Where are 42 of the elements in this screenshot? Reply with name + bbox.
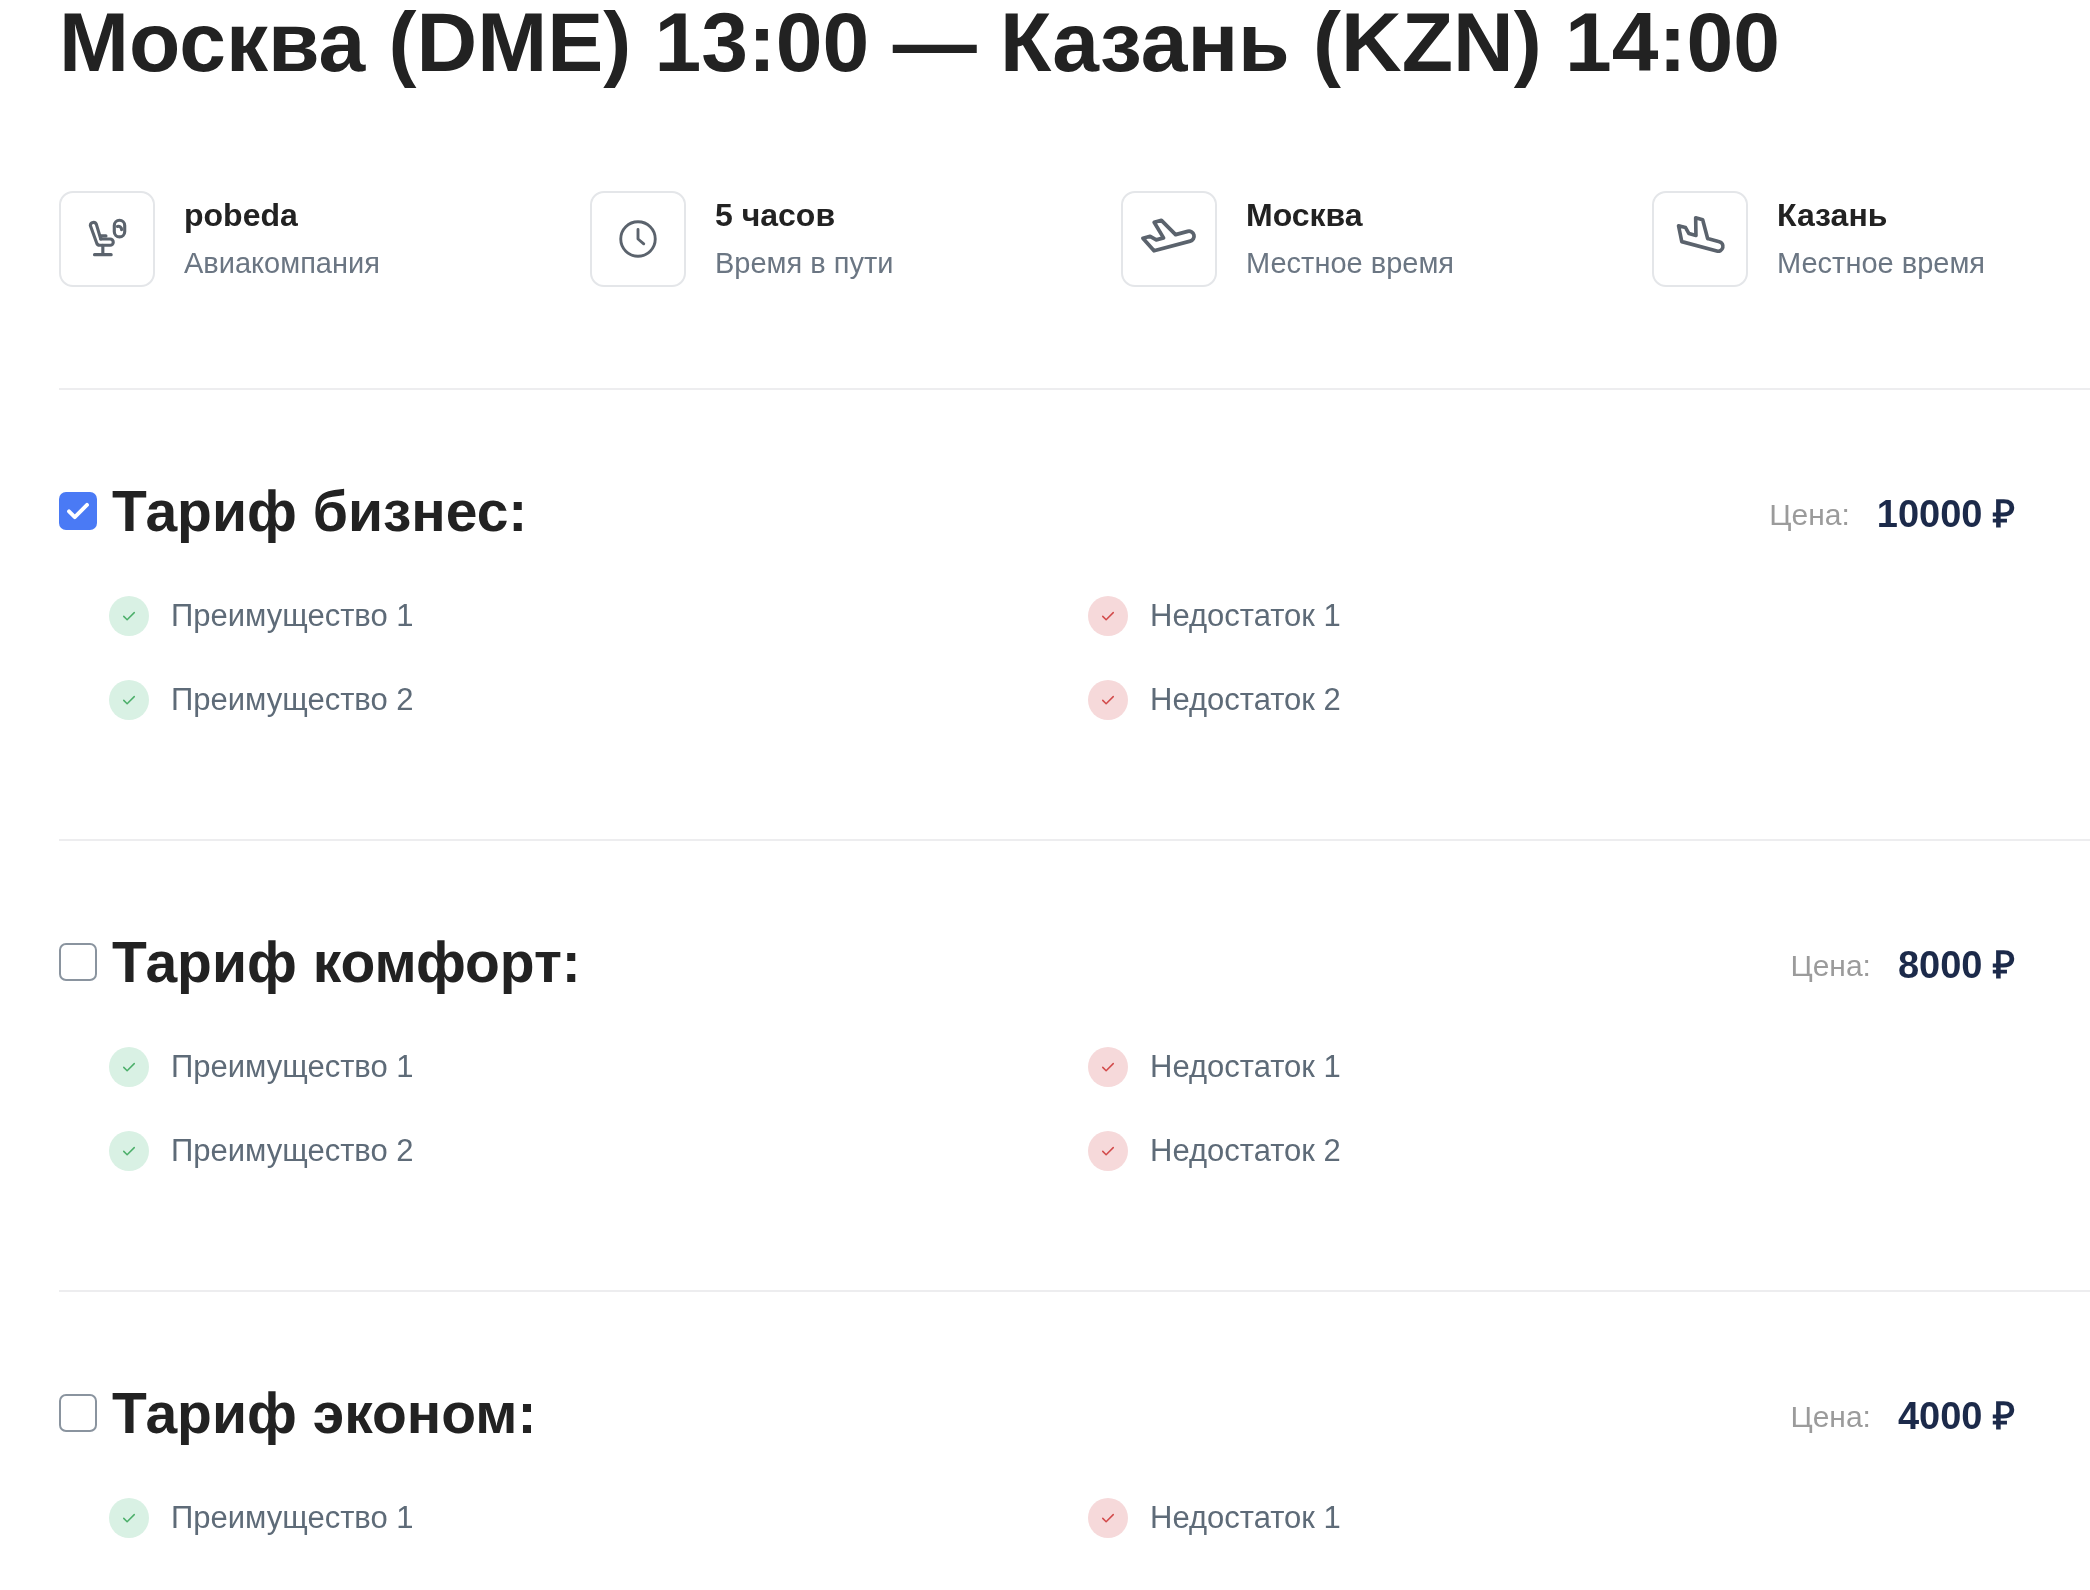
checkbox[interactable] (59, 943, 97, 981)
info-value: Москва (1246, 196, 1364, 235)
price-value: 8000 ₽ (1897, 942, 2015, 988)
advantage-text: Преимущество 2 (171, 680, 414, 719)
info-caption: Авиакомпания (184, 246, 380, 281)
checkbox[interactable] (59, 1394, 97, 1432)
drawback-text: Недостаток 2 (1150, 1131, 1341, 1170)
seat-icon (59, 191, 155, 287)
clock-icon (590, 191, 686, 287)
info-caption: Время в пути (715, 246, 894, 281)
price-value: 4000 ₽ (1897, 1393, 2015, 1439)
info-caption: Местное время (1777, 246, 1986, 281)
drawback-text: Недостаток 1 (1150, 1498, 1341, 1537)
info-caption: Местное время (1246, 246, 1455, 281)
price-label: Цена: (1790, 1398, 1871, 1435)
info-value: 5 часов (715, 196, 837, 235)
check-icon (109, 1131, 149, 1171)
check-icon (1088, 1498, 1128, 1538)
checkbox[interactable] (59, 492, 97, 530)
check-icon (109, 1047, 149, 1087)
price-value: 10000 ₽ (1876, 491, 2015, 537)
plane-takeoff-icon (1121, 191, 1217, 287)
plane-landing-icon (1652, 191, 1748, 287)
drawback-text: Недостаток 1 (1150, 1047, 1341, 1086)
check-icon (1088, 680, 1128, 720)
price-label: Цена: (1769, 496, 1850, 533)
advantage-text: Преимущество 1 (171, 1047, 414, 1086)
advantage-text: Преимущество 1 (171, 596, 414, 635)
check-icon (109, 680, 149, 720)
advantage-text: Преимущество 1 (171, 1498, 414, 1537)
check-icon (1088, 596, 1128, 636)
info-value: pobeda (184, 196, 299, 235)
check-icon (1088, 1047, 1128, 1087)
check-icon (109, 1498, 149, 1538)
check-icon (109, 596, 149, 636)
checkmark-icon (69, 504, 87, 518)
check-icon (1088, 1131, 1128, 1171)
advantage-text: Преимущество 2 (171, 1131, 414, 1170)
info-value: Казань (1777, 196, 1889, 235)
drawback-text: Недостаток 1 (1150, 596, 1341, 635)
price-label: Цена: (1790, 947, 1871, 984)
drawback-text: Недостаток 2 (1150, 680, 1341, 719)
